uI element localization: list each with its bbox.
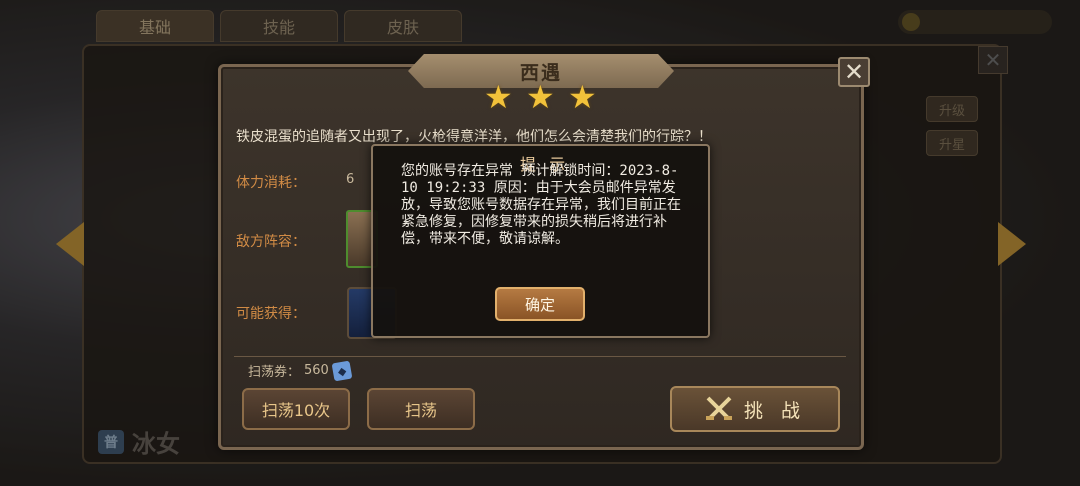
ticket-icon: ◆ <box>331 360 353 381</box>
star-icon: ★ <box>484 78 513 116</box>
confirm-button[interactable]: 确定 <box>495 287 585 321</box>
challenge-label: 挑 战 <box>743 399 807 422</box>
stage-stars: ★ ★ ★ <box>484 78 598 116</box>
enemy-label: 敌方阵容： <box>236 234 306 250</box>
star-icon: ★ <box>526 78 555 116</box>
divider <box>234 356 846 357</box>
stamina-label: 体力消耗： <box>236 175 306 191</box>
sweep-ticket-label: 扫荡券： <box>248 365 301 380</box>
close-icon[interactable]: ✕ <box>838 57 870 87</box>
notice-message: 您的账号存在异常 预计解锁时间：2023-8-10 19:2:33 原因：由于大… <box>401 163 681 247</box>
stage-description: 铁皮混蛋的追随者又出现了，火枪得意洋洋，他们怎么会清楚我们的行踪？！ <box>236 129 712 145</box>
challenge-button[interactable]: 挑 战 <box>670 386 840 432</box>
sweep-10-button[interactable]: 扫荡10次 <box>242 388 350 430</box>
stamina-value: 6 <box>346 172 355 187</box>
reward-label: 可能获得： <box>236 306 306 322</box>
swords-icon <box>705 396 732 420</box>
star-icon: ★ <box>568 78 597 116</box>
sweep-ticket-count: 560 <box>304 363 329 378</box>
sweep-ticket: 扫荡券： 560 ◆ <box>248 360 353 381</box>
sweep-button[interactable]: 扫荡 <box>367 388 475 430</box>
